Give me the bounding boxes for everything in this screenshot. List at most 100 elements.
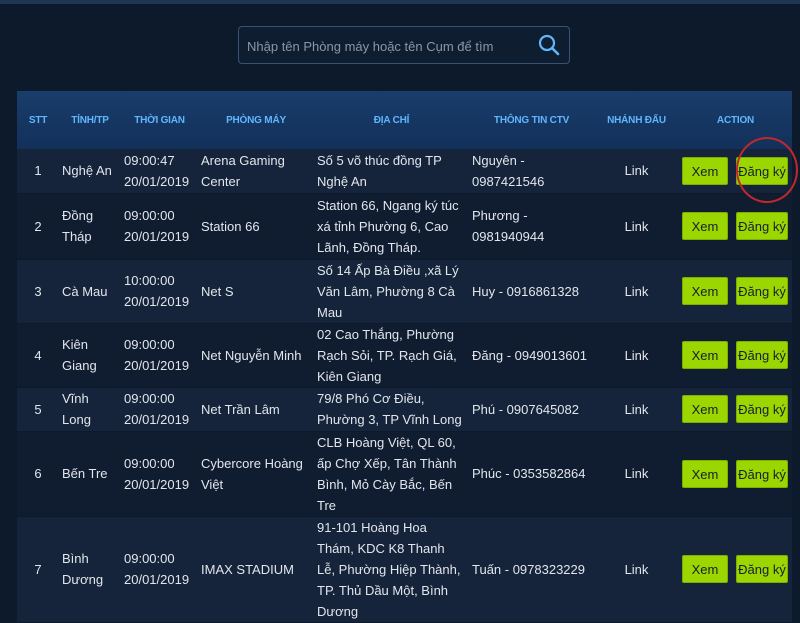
cell-room: Station 66 bbox=[201, 218, 260, 234]
view-button[interactable]: Xem bbox=[682, 277, 728, 305]
header-stt: STT bbox=[28, 114, 48, 126]
bracket-link[interactable]: Link bbox=[625, 348, 649, 363]
cell-address: Số 14 Ấp Bà Điều ,xã Lý Văn Lâm, Phường … bbox=[317, 262, 459, 320]
table-row: 1 Nghệ An 09:00:47 20/01/2019 Arena Gaming C… bbox=[17, 149, 792, 193]
register-button[interactable]: Đăng ký bbox=[736, 341, 788, 369]
cell-action: Xem Đăng ký bbox=[679, 323, 792, 387]
register-button[interactable]: Đăng ký bbox=[736, 395, 788, 423]
cell-address: 02 Cao Thắng, Phường Rạch Sỏi, TP. Rạch … bbox=[317, 326, 457, 384]
cell-time: 09:00:00 20/01/2019 bbox=[121, 193, 198, 259]
cell-stt: 3 bbox=[34, 283, 42, 299]
cell-time: 09:00:00 20/01/2019 bbox=[121, 431, 198, 516]
view-button[interactable]: Xem bbox=[682, 212, 728, 240]
view-button[interactable]: Xem bbox=[682, 341, 728, 369]
cell-stt: 4 bbox=[34, 347, 42, 363]
bracket-link[interactable]: Link bbox=[625, 466, 649, 481]
time-value: 09:00:00 bbox=[124, 455, 175, 471]
cell-time: 09:00:47 20/01/2019 bbox=[121, 149, 198, 193]
register-button[interactable]: Đăng ký bbox=[736, 555, 788, 583]
cell-action: Xem Đăng ký bbox=[679, 431, 792, 516]
cell-province: Kiên Giang bbox=[62, 337, 97, 373]
time-value: 10:00:00 bbox=[124, 273, 175, 288]
search-input[interactable] bbox=[239, 27, 539, 65]
cell-bracket: Link bbox=[594, 431, 679, 516]
cell-action: Xem Đăng ký bbox=[679, 387, 792, 431]
cell-action: Xem Đăng ký bbox=[679, 193, 792, 259]
bracket-link[interactable]: Link bbox=[625, 402, 649, 417]
tournament-table: STT TỈNH/TP THỜI GIAN PHÒNG MÁY ĐỊA CHỈ … bbox=[17, 91, 792, 623]
bracket-link[interactable]: Link bbox=[625, 219, 649, 234]
cell-stt: 7 bbox=[34, 561, 42, 577]
table-row: 3 Cà Mau 10:00:00 20/01/2019 Net S Số 14 Ấp B… bbox=[17, 259, 792, 323]
date-value: 20/01/2019 bbox=[124, 173, 190, 189]
bracket-link[interactable]: Link bbox=[625, 163, 649, 178]
cell-room: Net Nguyễn Minh bbox=[201, 347, 302, 363]
cell-action: Xem Đăng ký bbox=[679, 516, 792, 622]
register-button[interactable]: Đăng ký bbox=[736, 156, 788, 185]
header-bracket: NHÁNH ĐẤU bbox=[607, 114, 666, 126]
date-value: 20/01/2019 bbox=[124, 412, 190, 427]
time-value: 09:00:47 bbox=[124, 152, 175, 168]
cell-bracket: Link bbox=[594, 387, 679, 431]
bracket-link[interactable]: Link bbox=[625, 284, 649, 299]
cell-address: CLB Hoàng Việt, QL 60, ấp Chợ Xếp, Tân T… bbox=[317, 434, 457, 513]
cell-ctv: Huy - 0916861328 bbox=[472, 283, 579, 299]
cell-stt: 6 bbox=[34, 466, 42, 481]
top-border bbox=[0, 0, 800, 4]
cell-province: Bình Dương bbox=[62, 551, 104, 587]
register-button[interactable]: Đăng ký bbox=[736, 277, 788, 305]
cell-action: Xem Đăng ký bbox=[679, 259, 792, 323]
cell-bracket: Link bbox=[594, 149, 679, 193]
cell-ctv: Nguyên - 0987421546 bbox=[472, 152, 545, 189]
cell-time: 09:00:00 20/01/2019 bbox=[121, 387, 198, 431]
header-time: THỜI GIAN bbox=[134, 114, 185, 126]
date-value: 20/01/2019 bbox=[124, 294, 190, 309]
search-icon[interactable] bbox=[537, 33, 561, 57]
view-button[interactable]: Xem bbox=[682, 459, 728, 488]
table-row: 4 Kiên Giang 09:00:00 20/01/2019 Net Nguyễn … bbox=[17, 323, 792, 387]
date-value: 20/01/2019 bbox=[124, 229, 190, 244]
cell-address: 91-101 Hoàng Hoa Thám, KDC K8 Thanh Lễ, … bbox=[317, 519, 461, 619]
cell-ctv: Phương - 0981940944 bbox=[472, 208, 545, 244]
time-value: 09:00:00 bbox=[124, 391, 175, 406]
cell-room: IMAX STADIUM bbox=[201, 561, 294, 577]
header-room: PHÒNG MÁY bbox=[226, 114, 286, 126]
view-button[interactable]: Xem bbox=[682, 395, 728, 423]
view-button[interactable]: Xem bbox=[682, 555, 728, 583]
time-value: 09:00:00 bbox=[124, 208, 175, 223]
cell-address: 79/8 Phó Cơ Điều, Phường 3, TP Vĩnh Long bbox=[317, 391, 462, 427]
time-value: 09:00:00 bbox=[124, 337, 175, 352]
date-value: 20/01/2019 bbox=[124, 476, 190, 492]
header-province: TỈNH/TP bbox=[71, 114, 109, 126]
cell-stt: 2 bbox=[34, 218, 42, 234]
cell-action: Xem Đăng ký bbox=[679, 149, 792, 193]
cell-time: 09:00:00 20/01/2019 bbox=[121, 323, 198, 387]
view-button[interactable]: Xem bbox=[682, 156, 728, 185]
cell-ctv: Phú - 0907645082 bbox=[472, 401, 579, 417]
register-button[interactable]: Đăng ký bbox=[736, 459, 788, 488]
bracket-link[interactable]: Link bbox=[625, 562, 649, 577]
cell-ctv: Phúc - 0353582864 bbox=[472, 466, 586, 481]
table-header: STT TỈNH/TP THỜI GIAN PHÒNG MÁY ĐỊA CHỈ … bbox=[17, 91, 792, 149]
table-row: 6 Bến Tre 09:00:00 20/01/2019 Cybercore Hoàn… bbox=[17, 431, 792, 516]
cell-time: 09:00:00 20/01/2019 bbox=[121, 516, 198, 622]
header-action: ACTION bbox=[716, 114, 755, 126]
cell-bracket: Link bbox=[594, 193, 679, 259]
cell-address: Station 66, Ngang ký túc xá tỉnh Phường … bbox=[317, 197, 459, 255]
cell-time: 10:00:00 20/01/2019 bbox=[121, 259, 198, 323]
table-row: 7 Bình Dương 09:00:00 20/01/2019 IMAX STADIU… bbox=[17, 516, 792, 622]
date-value: 20/01/2019 bbox=[124, 572, 190, 587]
table-row: 5 Vĩnh Long 09:00:00 20/01/2019 Net Trần Lâm… bbox=[17, 387, 792, 431]
cell-province: Nghệ An bbox=[62, 163, 112, 179]
cell-room: Net S bbox=[201, 283, 234, 299]
date-value: 20/01/2019 bbox=[124, 358, 190, 373]
cell-address: Số 5 võ thúc đồng TP Nghệ An bbox=[317, 152, 442, 189]
header-ctv: THÔNG TIN CTV bbox=[493, 114, 570, 126]
cell-bracket: Link bbox=[594, 259, 679, 323]
cell-bracket: Link bbox=[594, 323, 679, 387]
cell-province: Bến Tre bbox=[62, 466, 108, 481]
cell-ctv: Tuấn - 0978323229 bbox=[472, 561, 586, 577]
register-button[interactable]: Đăng ký bbox=[736, 212, 788, 240]
search-box[interactable] bbox=[238, 26, 570, 65]
cell-bracket: Link bbox=[594, 516, 679, 622]
